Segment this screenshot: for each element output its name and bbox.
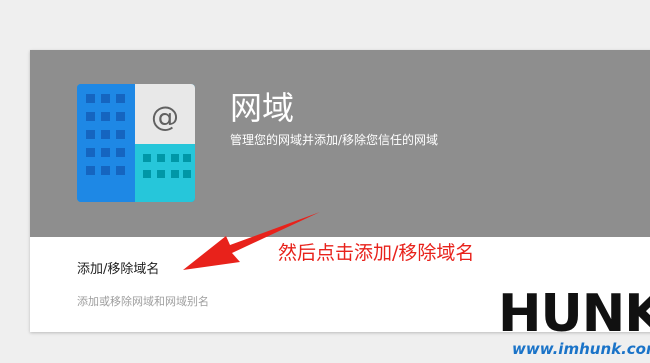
watermark-url: www.imhunk.com [512,340,650,358]
hunk-logo-text: HUNK [498,284,650,344]
annotation-text: 然后点击添加/移除域名 [278,242,475,264]
hunk-watermark-logo: HUNK www.imhunk.com [498,288,650,360]
